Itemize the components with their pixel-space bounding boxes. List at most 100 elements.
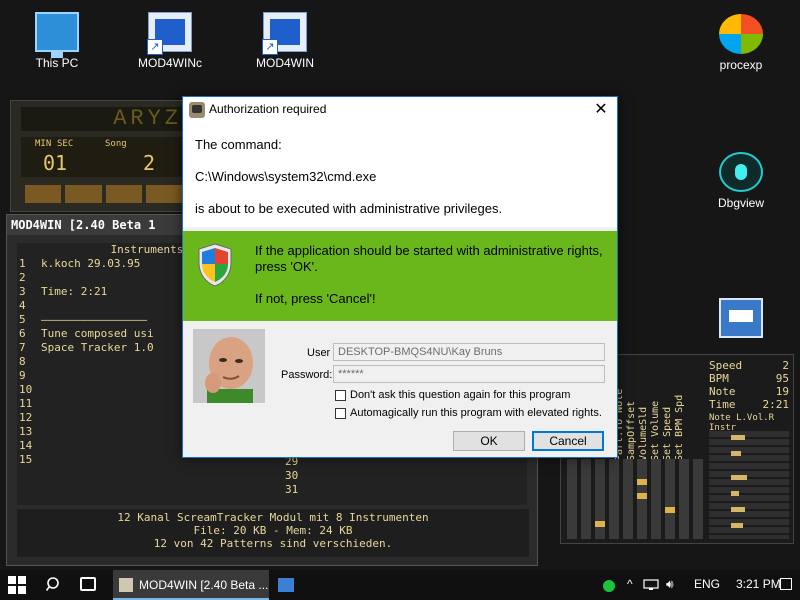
channel-table-header: Note L.Vol.R Instr [709, 413, 775, 433]
effect-label: SampOffset [626, 400, 637, 461]
command-info: The command: C:\Windows\system32\cmd.exe… [183, 123, 617, 227]
desktop-icon-label: Dbgview [717, 196, 765, 210]
user-avatar [193, 329, 265, 403]
row-number: 15 [19, 453, 33, 466]
chevron-up-icon[interactable]: ^ [627, 577, 633, 591]
row-number: 6 [19, 327, 26, 340]
desktop-icon-label: procexp [719, 58, 763, 72]
clock[interactable]: 3:21 PM [736, 577, 781, 591]
row-number: 8 [19, 355, 26, 368]
notice-text-cancel: If not, press 'Cancel'! [255, 291, 376, 306]
user-field[interactable]: DESKTOP-BMQS4NU\Kay Bruns [333, 343, 605, 361]
grid-cell [637, 479, 647, 485]
module-info: 12 Kanal ScreamTracker Modul mit 8 Instr… [17, 509, 529, 557]
row-number: 2 [19, 271, 26, 284]
row-number: 4 [19, 299, 26, 312]
meter-bar [731, 507, 745, 512]
stat-bpm: BPM 95 [709, 372, 789, 385]
desktop-icon-unnamed[interactable] [696, 298, 786, 342]
auto-elevate-checkbox[interactable]: Automagically run this program with elev… [335, 407, 602, 419]
volume-icon[interactable]: 🔊︎ [666, 577, 674, 592]
desktop-icon-this-pc[interactable]: This PC [12, 12, 102, 70]
player-lcd: ARYZ [21, 107, 182, 131]
tracker-panel-secondary: 29 30 31 [277, 455, 527, 505]
user-label: User [307, 347, 331, 359]
time-value: 01 [43, 151, 68, 175]
language-indicator[interactable]: ENG [694, 577, 720, 591]
info-line: File: 20 KB - Mem: 24 KB [193, 524, 353, 537]
row-text: Tune composed usi [41, 327, 154, 340]
taskbar-app-label: MOD4WIN [2.40 Beta ... [139, 578, 269, 592]
effect-labels: Part.To Note SampOffset VolumeSld Set Vo… [614, 361, 707, 461]
desktop-icon-mod4win[interactable]: MOD4WIN [240, 12, 330, 70]
notice-text-ok: If the application should be started wit… [255, 243, 603, 274]
desktop-icon-label: MOD4WINc [138, 56, 202, 70]
command-description: is about to be executed with administrat… [195, 201, 503, 216]
search-icon[interactable] [46, 576, 62, 592]
row-text: Space Tracker 1.0 [41, 341, 154, 354]
desktop-icon-label: This PC [35, 56, 79, 70]
command-path: C:\Windows\system32\cmd.exe [195, 169, 377, 184]
checkbox-box[interactable] [335, 407, 346, 419]
stat-speed: Speed 2 [709, 359, 789, 372]
pause-button[interactable] [105, 185, 142, 203]
stat-time: Time 2:21 [709, 398, 789, 411]
meter-bar [731, 491, 739, 496]
shortcut-icon [262, 12, 307, 55]
desktop-icon-dbgview[interactable]: Dbgview [696, 152, 786, 210]
status-dot-icon[interactable] [603, 580, 615, 592]
info-line: 12 von 42 Patterns sind verschieden. [153, 537, 393, 550]
player-controls [25, 185, 182, 203]
grid-cell [595, 521, 605, 527]
process-explorer-icon [719, 14, 763, 54]
pattern-grid [567, 459, 707, 539]
desktop-icon-label: MOD4WIN [256, 56, 314, 70]
task-view-icon[interactable] [80, 577, 96, 591]
credentials-section: User DESKTOP-BMQS4NU\Kay Bruns Password:… [183, 321, 617, 457]
meter-bar [731, 475, 747, 480]
row-number: 9 [19, 369, 26, 382]
grid-cell [637, 493, 647, 499]
start-button[interactable] [8, 576, 26, 594]
channel-meters [709, 431, 789, 539]
desktop-icon-procexp[interactable]: procexp [696, 14, 786, 72]
prev-button[interactable] [145, 185, 182, 203]
row-number: 3 [19, 285, 26, 298]
grid-cell [665, 507, 675, 513]
password-field[interactable]: ****** [333, 365, 605, 383]
row-number: 10 [19, 383, 33, 396]
desktop-icon-mod4winc[interactable]: MOD4WINc [125, 12, 215, 70]
checkbox-label: Don't ask this question again for this p… [350, 389, 571, 401]
row-number: 12 [19, 411, 33, 424]
taskbar-app-mod4win[interactable]: MOD4WIN [2.40 Beta ... [113, 570, 269, 600]
dont-ask-checkbox[interactable]: Don't ask this question again for this p… [335, 389, 570, 401]
admin-notice: If the application should be started wit… [183, 231, 617, 321]
command-label: The command: [195, 137, 282, 152]
checkbox-label: Automagically run this program with elev… [350, 407, 602, 419]
taskbar-app-icon[interactable] [278, 578, 294, 592]
dialog-titlebar[interactable]: Authorization required ✕ [183, 97, 617, 123]
application-icon [719, 298, 763, 338]
dialog-title: Authorization required [209, 102, 327, 116]
info-line: 12 Kanal ScreamTracker Modul mit 8 Instr… [117, 511, 429, 524]
stat-note: Note 19 [709, 385, 789, 398]
notification-icon[interactable] [780, 578, 792, 590]
shortcut-icon [147, 12, 192, 55]
play-button[interactable] [65, 185, 102, 203]
playback-stats: Speed 2 BPM 95 Note 19 Time 2:21 Note L.Vol.… [709, 359, 789, 433]
ok-button[interactable]: OK [453, 431, 525, 451]
uac-shield-icon [198, 243, 232, 287]
cancel-button[interactable]: Cancel [532, 431, 604, 451]
app-icon [189, 102, 205, 118]
checkbox-box[interactable] [335, 389, 346, 401]
row-number: 5 [19, 313, 26, 326]
bug-icon [719, 152, 763, 192]
effect-label: Set Volume [650, 400, 661, 461]
row-text: ———————————————— [41, 313, 147, 326]
song-value: 2 [143, 151, 156, 175]
stop-button[interactable] [25, 185, 62, 203]
min-label: MIN [35, 139, 52, 149]
network-icon[interactable] [643, 579, 659, 591]
row-number: 14 [19, 439, 33, 452]
close-icon[interactable]: ✕ [585, 97, 617, 123]
